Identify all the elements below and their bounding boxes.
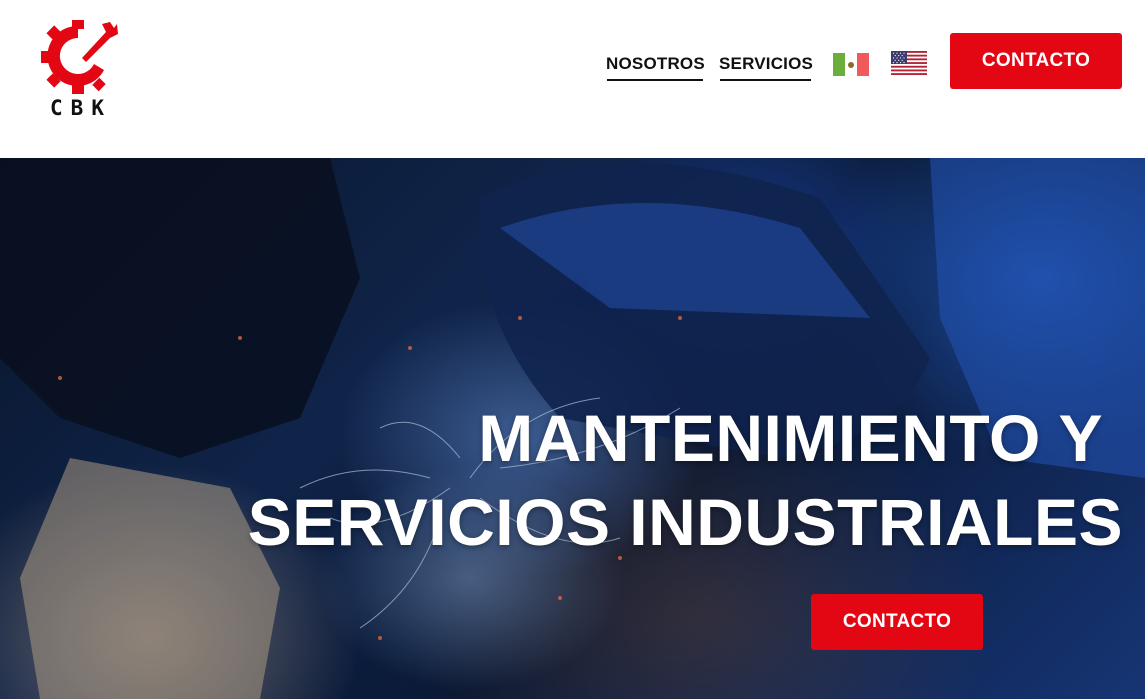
header-contact-button[interactable]: CONTACTO [950, 33, 1122, 89]
logo-text: CBK [50, 96, 112, 120]
mexico-flag-icon[interactable] [833, 53, 869, 76]
site-header: CBK NOSOTROS SERVICIOS CONTACTO [0, 0, 1145, 158]
hero-headline-line1: MANTENIMIENTO Y [478, 401, 1103, 475]
company-logo[interactable]: CBK [38, 18, 118, 122]
nav-servicios[interactable]: SERVICIOS [719, 54, 813, 81]
hero-headline-line2: SERVICIOS INDUSTRIALES [247, 485, 1123, 559]
hero-headline: MANTENIMIENTO Y SERVICIOS INDUSTRIALES [223, 396, 1123, 564]
nav-nosotros[interactable]: NOSOTROS [606, 54, 705, 81]
hero-contact-button[interactable]: CONTACTO [811, 594, 983, 650]
gear-wrench-logo-icon [41, 20, 118, 94]
hero-section: MANTENIMIENTO Y SERVICIOS INDUSTRIALES C… [0, 158, 1145, 699]
usa-flag-icon[interactable] [891, 51, 927, 75]
